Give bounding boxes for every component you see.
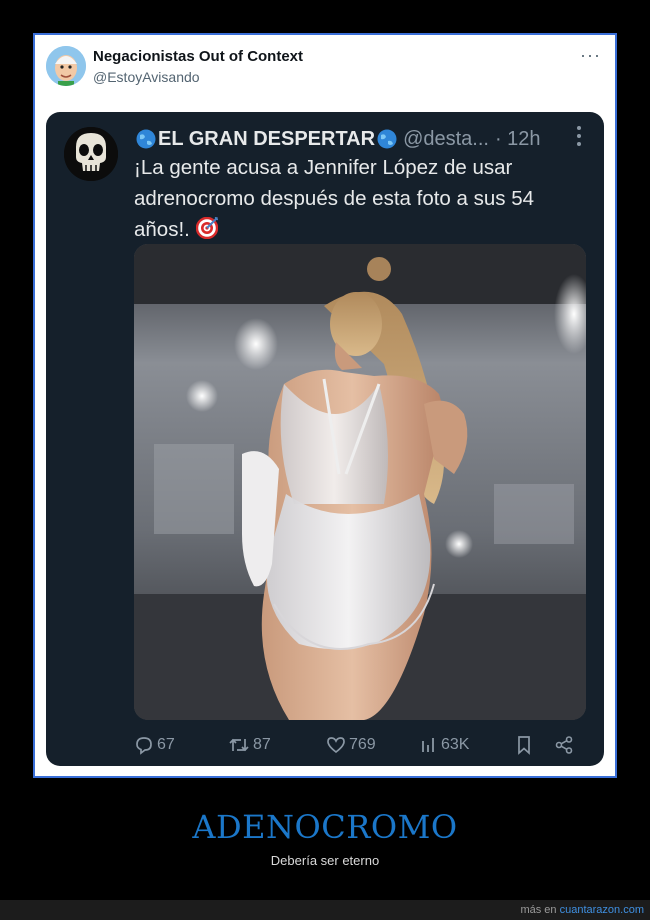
meme-title: ADENOCROMO <box>192 808 458 846</box>
retweet-button[interactable]: 87 <box>228 732 271 758</box>
bookmark-button[interactable] <box>515 732 536 758</box>
views-button[interactable]: 63K <box>420 732 469 758</box>
action-bar: 67 87 769 63K <box>134 732 574 758</box>
reply-icon <box>136 737 152 755</box>
tweet-card: Negacionistas Out of Context @EstoyAvisa… <box>33 33 617 778</box>
share-button[interactable] <box>554 732 577 758</box>
quoted-author-avatar[interactable] <box>64 127 118 181</box>
heart-icon <box>327 737 345 754</box>
views-icon <box>422 738 434 752</box>
quoted-tweet[interactable]: EL GRAN DESPERTAR @desta... · 12h ¡La ge… <box>46 112 604 766</box>
retweet-icon <box>229 738 249 752</box>
author-handle[interactable]: @EstoyAvisando <box>93 69 200 85</box>
tweet-photo[interactable] <box>134 244 586 720</box>
like-count: 769 <box>349 736 376 753</box>
quoted-author-name[interactable]: EL GRAN DESPERTAR <box>158 128 375 151</box>
author-name[interactable]: Negacionistas Out of Context <box>93 48 303 65</box>
more-options-button[interactable]: ··· <box>580 45 601 66</box>
retweet-count: 87 <box>253 736 271 753</box>
author-avatar[interactable] <box>46 46 86 86</box>
footer-prefix: más en <box>520 904 557 916</box>
target-icon <box>195 217 218 239</box>
quoted-text-container: ¡La gente acusa a Jennifer López de usar… <box>134 152 589 245</box>
meme-subtitle: Debería ser eterno <box>270 853 380 868</box>
like-button[interactable]: 769 <box>326 732 376 758</box>
bookmark-icon <box>518 736 530 755</box>
reply-button[interactable]: 67 <box>134 732 175 758</box>
globe-icon <box>377 129 397 149</box>
site-footer: más en cuantarazon.com <box>0 900 650 920</box>
quoted-header: EL GRAN DESPERTAR @desta... · 12h <box>136 126 566 152</box>
quoted-more-icon[interactable] <box>576 126 582 150</box>
globe-icon <box>136 129 156 149</box>
reply-count: 67 <box>157 736 175 753</box>
site-link[interactable]: cuantarazon.com <box>560 904 644 916</box>
quoted-timestamp[interactable]: · 12h <box>495 128 541 151</box>
quoted-author-handle[interactable]: @desta... <box>403 128 489 151</box>
quoted-text: ¡La gente acusa a Jennifer López de usar… <box>134 156 535 241</box>
views-count: 63K <box>441 736 470 753</box>
share-icon <box>555 736 573 754</box>
